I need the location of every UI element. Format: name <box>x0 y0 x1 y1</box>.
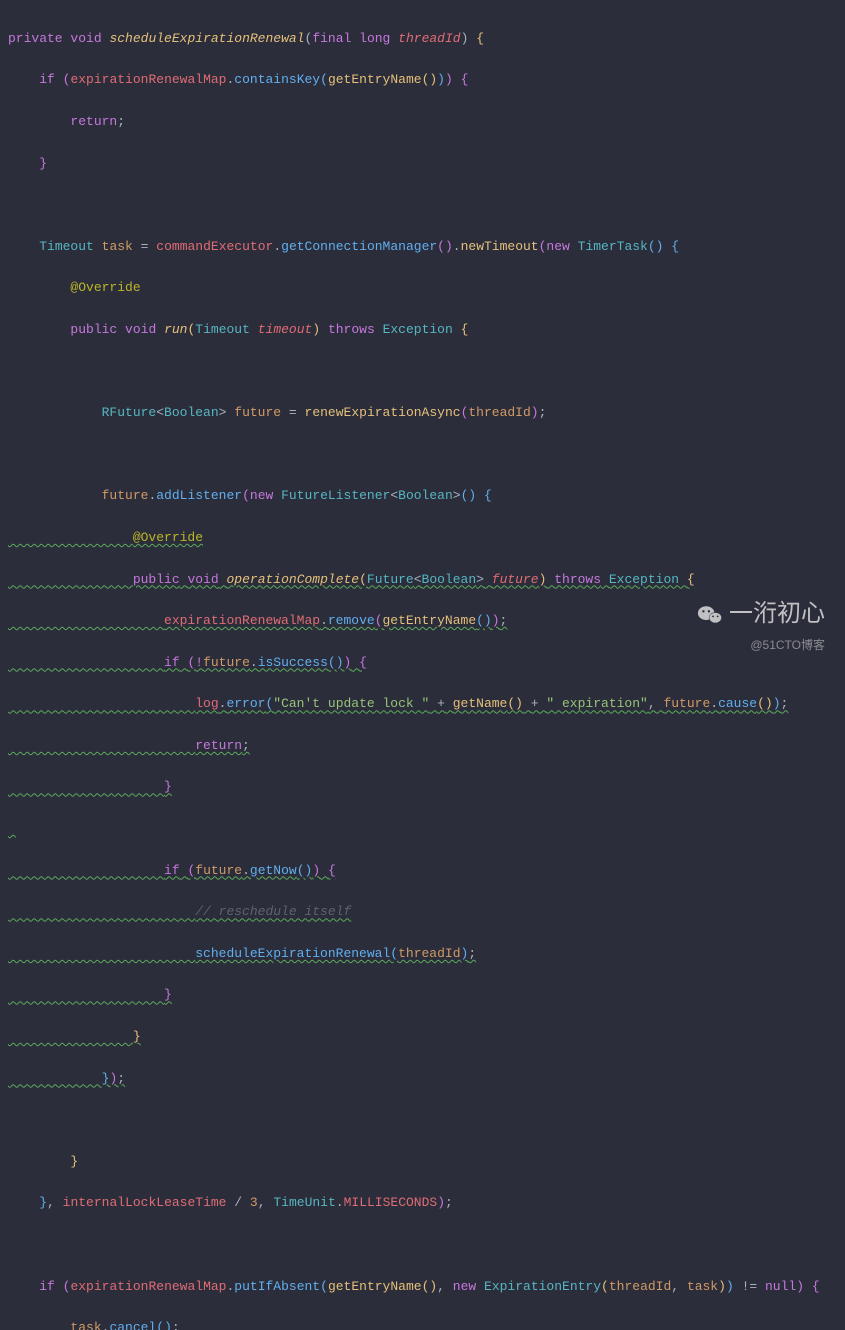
code-line: } <box>8 777 845 798</box>
code-line: @Override <box>8 528 845 549</box>
code-line: public void operationComplete(Future<Boo… <box>8 570 845 591</box>
code-line: return; <box>8 112 845 133</box>
code-line <box>8 1235 845 1256</box>
code-line: private void scheduleExpirationRenewal(f… <box>8 29 845 50</box>
code-line: log.error("Can't update lock " + getName… <box>8 694 845 715</box>
code-line <box>8 819 845 840</box>
code-line: if (future.getNow()) { <box>8 861 845 882</box>
code-line: future.addListener(new FutureListener<Bo… <box>8 486 845 507</box>
code-line: @Override <box>8 278 845 299</box>
code-line <box>8 195 845 216</box>
code-line <box>8 445 845 466</box>
code-line: expirationRenewalMap.remove(getEntryName… <box>8 611 845 632</box>
code-line: } <box>8 1027 845 1048</box>
code-line <box>8 362 845 383</box>
code-line: task.cancel(); <box>8 1318 845 1330</box>
code-line: // reschedule itself <box>8 902 845 923</box>
code-editor[interactable]: private void scheduleExpirationRenewal(f… <box>8 8 845 1330</box>
code-line: } <box>8 985 845 1006</box>
code-line: RFuture<Boolean> future = renewExpiratio… <box>8 403 845 424</box>
code-line: public void run(Timeout timeout) throws … <box>8 320 845 341</box>
code-line: scheduleExpirationRenewal(threadId); <box>8 944 845 965</box>
code-line: if (expirationRenewalMap.containsKey(get… <box>8 70 845 91</box>
code-line: Timeout task = commandExecutor.getConnec… <box>8 237 845 258</box>
code-line: } <box>8 154 845 175</box>
code-line: if (!future.isSuccess()) { <box>8 653 845 674</box>
code-line: }, internalLockLeaseTime / 3, TimeUnit.M… <box>8 1193 845 1214</box>
code-line: }); <box>8 1069 845 1090</box>
code-line: return; <box>8 736 845 757</box>
code-line: if (expirationRenewalMap.putIfAbsent(get… <box>8 1277 845 1298</box>
code-line <box>8 1110 845 1131</box>
code-line: } <box>8 1152 845 1173</box>
